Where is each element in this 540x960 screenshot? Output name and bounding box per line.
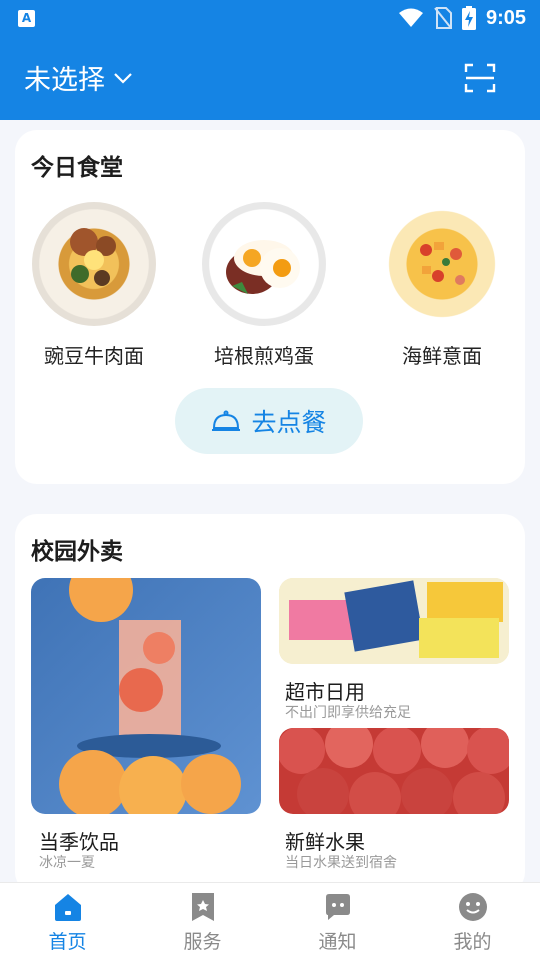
- dish-item[interactable]: 培根煎鸡蛋: [189, 202, 339, 369]
- tile-subtitle: 冰凉一夏: [39, 855, 95, 871]
- status-bar: A 9:05: [0, 0, 540, 36]
- location-label: 未选择: [24, 65, 105, 96]
- food-cloche-icon: [212, 410, 241, 431]
- location-selector[interactable]: 未选择: [24, 58, 133, 97]
- nav-label: 服务: [183, 931, 222, 953]
- dish-image: [380, 202, 504, 326]
- takeout-title: 校园外卖: [31, 539, 123, 565]
- canteen-title: 今日食堂: [31, 155, 123, 181]
- scan-icon[interactable]: [464, 62, 496, 94]
- chevron-down-icon: [114, 72, 132, 84]
- smiley-icon: [458, 893, 487, 921]
- tile-title: 超市日用: [285, 680, 365, 704]
- dish-name: 豌豆牛肉面: [44, 344, 144, 368]
- system-icons: 9:05: [398, 6, 526, 30]
- bottom-nav: 首页 服务 通知 我的: [0, 882, 540, 960]
- dish-item[interactable]: 海鲜意面: [367, 202, 517, 369]
- tile-subtitle: 当日水果送到宿舍: [285, 855, 397, 871]
- supermarket-tile-image[interactable]: [279, 578, 509, 664]
- nav-label: 通知: [318, 931, 357, 953]
- battery-charging-icon: [461, 6, 476, 30]
- dish-name: 海鲜意面: [402, 344, 482, 368]
- nav-item-profile[interactable]: 我的: [405, 883, 540, 960]
- dish-image: [32, 202, 156, 326]
- canteen-card: 今日食堂 豌豆牛肉面 培根煎鸡蛋 海鲜意面 去点餐: [15, 130, 525, 484]
- wifi-icon: [398, 8, 423, 27]
- order-button[interactable]: 去点餐: [175, 388, 363, 454]
- order-button-label: 去点餐: [251, 408, 327, 437]
- tile-title: 新鲜水果: [285, 830, 365, 854]
- tile-title: 当季饮品: [39, 830, 119, 854]
- no-sim-icon: [434, 7, 452, 29]
- message-icon: [325, 894, 350, 920]
- bookmark-star-icon: [191, 893, 214, 921]
- home-icon: [54, 894, 81, 921]
- nav-label: 首页: [48, 931, 87, 953]
- dish-name: 培根煎鸡蛋: [214, 344, 314, 368]
- nav-item-home[interactable]: 首页: [0, 883, 135, 960]
- nav-item-notifications[interactable]: 通知: [270, 883, 405, 960]
- nav-item-services[interactable]: 服务: [135, 883, 270, 960]
- status-time: 9:05: [485, 6, 526, 29]
- app-notification-icon: A: [18, 10, 35, 27]
- takeout-card: 校园外卖 当季饮品 冰凉一夏 超市日用 不出门即享供给充足 新鲜水果 当日水果送…: [15, 514, 525, 894]
- nav-label: 我的: [453, 931, 492, 953]
- dish-item[interactable]: 豌豆牛肉面: [19, 202, 169, 369]
- dish-image: [202, 202, 326, 326]
- fruit-tile-image[interactable]: [279, 728, 509, 814]
- tile-subtitle: 不出门即享供给充足: [285, 705, 411, 721]
- drinks-tile-image[interactable]: [31, 578, 261, 814]
- app-header: A 9:05 未选择: [0, 0, 540, 120]
